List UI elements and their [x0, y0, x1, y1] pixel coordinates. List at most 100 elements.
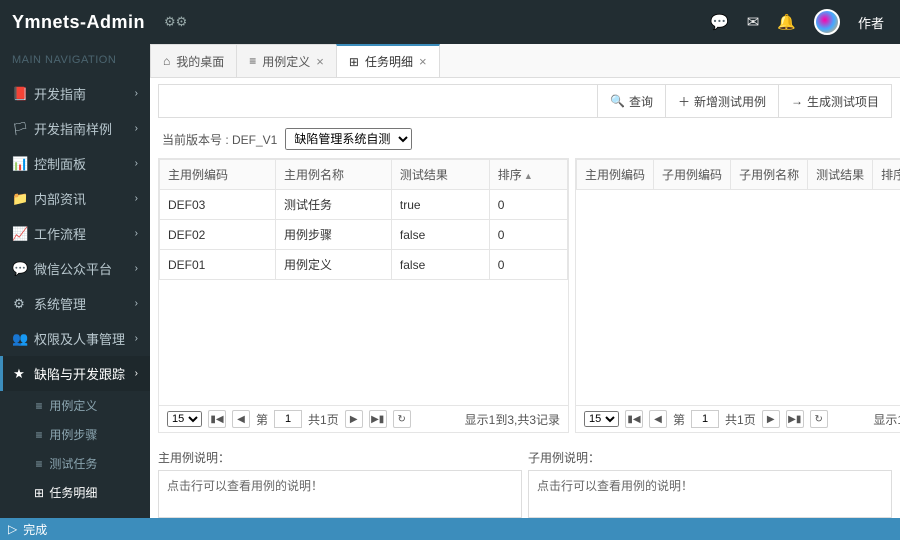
sidebar-item-label: 开发指南 — [34, 84, 86, 103]
chevron-right-icon: › — [135, 263, 138, 274]
close-icon[interactable]: × — [316, 54, 324, 69]
sidebar-subitem-label: 任务明细 — [49, 486, 97, 500]
first-page-button[interactable]: ▮◀ — [208, 410, 226, 428]
chevron-right-icon: › — [135, 123, 138, 134]
sidebar-item[interactable]: ⚙系统管理› — [0, 286, 150, 321]
last-page-button[interactable]: ▶▮ — [369, 410, 387, 428]
chat-icon[interactable]: 💬 — [710, 13, 729, 31]
sidebar-subitem[interactable]: ≡ 测试任务 — [0, 449, 150, 478]
sidebar-item[interactable]: ★缺陷与开发跟踪› — [0, 356, 150, 391]
generate-button[interactable]: →生成测试项目 — [778, 85, 891, 117]
column-header[interactable]: 排序▲ — [873, 160, 900, 190]
topbar-actions: 💬 ✉ 🔔 作者 — [710, 9, 900, 35]
page-size-select[interactable]: 15 — [167, 411, 202, 427]
version-select[interactable]: 缺陷管理系统自测 — [285, 128, 412, 150]
table-row[interactable]: DEF01用例定义false0 — [160, 250, 568, 280]
sidebar-subitem-label: 用例步骤 — [49, 428, 97, 442]
plus-icon: ＋ — [678, 93, 690, 110]
mail-icon[interactable]: ✉ — [747, 13, 760, 31]
sidebar-item[interactable]: 💬微信公众平台› — [0, 251, 150, 286]
search-input[interactable] — [159, 85, 597, 117]
table-cell: DEF03 — [160, 190, 276, 220]
tab[interactable]: ⌂我的桌面 — [150, 44, 237, 77]
chevron-right-icon: › — [135, 228, 138, 239]
user-label[interactable]: 作者 — [858, 13, 884, 32]
sidebar-item-label: 控制面板 — [34, 154, 86, 173]
topbar: Ymnets-Admin ⚙⚙ 💬 ✉ 🔔 作者 — [0, 0, 900, 44]
sidebar-item[interactable]: 📕 开发指南 › — [0, 76, 150, 111]
next-page-button[interactable]: ▶ — [762, 410, 780, 428]
table-cell: 0 — [489, 220, 567, 250]
detail-row: 主用例说明： 点击行可以查看用例的说明！ 子用例说明： 点击行可以查看用例的说明… — [150, 441, 900, 518]
table-row[interactable]: DEF03测试任务true0 — [160, 190, 568, 220]
sidebar-item-label: 缺陷与开发跟踪 — [34, 364, 125, 383]
status-bar: ▷ 完成 — [0, 518, 900, 540]
last-page-button[interactable]: ▶▮ — [786, 410, 804, 428]
column-header[interactable]: 主用例编码 — [577, 160, 654, 190]
tab-label: 用例定义 — [262, 53, 310, 70]
next-page-button[interactable]: ▶ — [345, 410, 363, 428]
column-header[interactable]: 测试结果 — [391, 160, 489, 190]
column-header[interactable]: 子用例编码 — [654, 160, 731, 190]
table-cell: DEF01 — [160, 250, 276, 280]
tab-icon: ≡ — [249, 54, 256, 68]
sidebar-subitem[interactable]: ≡ 用例定义 — [0, 391, 150, 420]
sidebar-subitem-label: 测试任务 — [49, 457, 97, 471]
menu-icon: 👥 — [12, 331, 26, 347]
chevron-right-icon: › — [135, 193, 138, 204]
column-header[interactable]: 排序▲ — [489, 160, 567, 190]
chevron-right-icon: › — [135, 158, 138, 169]
sidebar-item[interactable]: 📊控制面板› — [0, 146, 150, 181]
table-cell: DEF02 — [160, 220, 276, 250]
detail-text: 点击行可以查看用例的说明！ — [528, 470, 892, 518]
table-row[interactable]: DEF02用例步骤false0 — [160, 220, 568, 250]
menu-icon: ≡ — [32, 399, 46, 413]
sidebar-header: MAIN NAVIGATION — [0, 44, 150, 76]
page-size-select[interactable]: 15 — [584, 411, 619, 427]
right-pager: 15 ▮◀ ◀ 第 共1页 ▶ ▶▮ ↻ 显示1到15,共15记录 — [576, 405, 900, 432]
status-text: 完成 — [23, 521, 47, 538]
left-grid: 主用例编码主用例名称测试结果排序▲ DEF03测试任务true0DEF02用例步… — [159, 159, 568, 405]
search-icon: 🔍 — [610, 94, 625, 108]
query-button[interactable]: 🔍查询 — [597, 85, 665, 117]
table-cell: true — [391, 190, 489, 220]
column-header[interactable]: 主用例名称 — [275, 160, 391, 190]
avatar[interactable] — [814, 9, 840, 35]
sidebar-item[interactable]: 📈工作流程› — [0, 216, 150, 251]
menu-icon: ≡ — [32, 457, 46, 471]
bell-icon[interactable]: 🔔 — [777, 13, 796, 31]
tab[interactable]: ≡ 用例定义 × — [236, 44, 337, 77]
close-icon[interactable]: × — [419, 54, 427, 69]
table-cell: false — [391, 250, 489, 280]
sidebar-item-label: 系统管理 — [34, 294, 86, 313]
page-input[interactable] — [691, 410, 719, 428]
table-cell: false — [391, 220, 489, 250]
tab[interactable]: ⊞任务明细× — [336, 44, 440, 77]
refresh-button[interactable]: ↻ — [810, 410, 828, 428]
table-cell: 用例步骤 — [275, 220, 391, 250]
page-input[interactable] — [274, 410, 302, 428]
menu-icon: 💬 — [12, 261, 26, 277]
column-header[interactable]: 主用例编码 — [160, 160, 276, 190]
prev-page-button[interactable]: ◀ — [649, 410, 667, 428]
sidebar-subitem[interactable]: ⊞ 任务明细 — [0, 478, 150, 507]
sidebar-item[interactable]: 🏳开发指南样例› — [0, 111, 150, 146]
column-header[interactable]: 测试结果 — [808, 160, 873, 190]
tab-icon: ⊞ — [349, 55, 359, 69]
gears-icon[interactable]: ⚙⚙ — [164, 14, 187, 30]
sidebar-item[interactable]: 👥权限及人事管理› — [0, 321, 150, 356]
sidebar-item[interactable]: 📁内部资讯› — [0, 181, 150, 216]
right-grid: 主用例编码子用例编码子用例名称测试结果排序▲执行顺序 — [576, 159, 900, 405]
column-header[interactable]: 子用例名称 — [731, 160, 808, 190]
sidebar-subitem[interactable]: ≡ 用例步骤 — [0, 420, 150, 449]
sidebar-item-label: 内部资讯 — [34, 189, 86, 208]
table-cell: 测试任务 — [275, 190, 391, 220]
pager-info: 显示1到3,共3记录 — [465, 411, 560, 428]
prev-page-button[interactable]: ◀ — [232, 410, 250, 428]
add-test-button[interactable]: ＋新增测试用例 — [665, 85, 778, 117]
refresh-button[interactable]: ↻ — [393, 410, 411, 428]
chevron-right-icon: › — [135, 88, 138, 99]
menu-icon: 📕 — [12, 86, 26, 102]
detail-text: 点击行可以查看用例的说明！ — [158, 470, 522, 518]
first-page-button[interactable]: ▮◀ — [625, 410, 643, 428]
